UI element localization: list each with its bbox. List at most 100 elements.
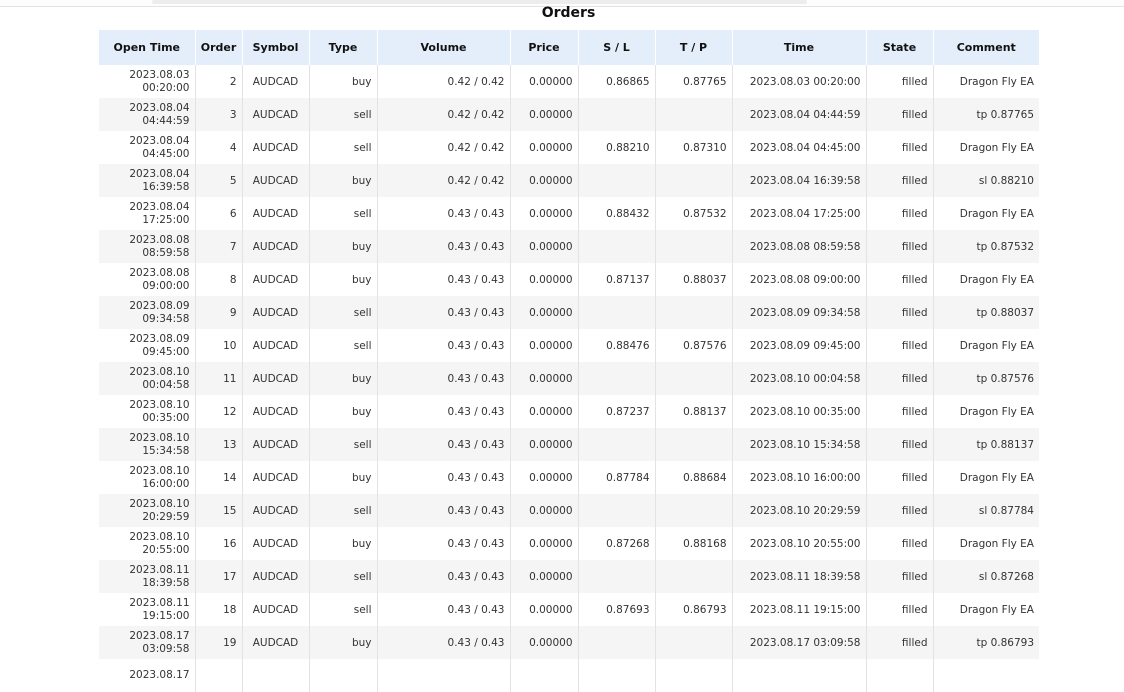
take-profit-cell: 0.87576	[654, 329, 732, 362]
table-row: 2023.08.10 20:29:59 15 AUDCAD sell 0.43 / 0.…	[99, 494, 1039, 527]
table-row: 2023.08.10 20:55:00 16 AUDCAD buy 0.43 / 0.4…	[99, 527, 1039, 560]
take-profit-cell: 0.88168	[654, 527, 732, 560]
symbol-cell	[241, 659, 309, 692]
time-cell	[731, 659, 866, 692]
type-cell: buy	[308, 362, 377, 395]
time-cell: 2023.08.08 09:00:00	[731, 263, 866, 296]
volume-cell: 0.43 / 0.43	[376, 329, 510, 362]
column-header-state: State	[865, 30, 933, 65]
comment-cell: tp 0.86793	[932, 626, 1039, 659]
order-cell: 11	[194, 362, 242, 395]
table-row: 2023.08.09 09:34:58 9 AUDCAD sell 0.43 / 0.4…	[99, 296, 1039, 329]
order-cell: 17	[194, 560, 242, 593]
price-cell: 0.00000	[509, 131, 578, 164]
comment-cell: sl 0.88210	[932, 164, 1039, 197]
order-cell: 12	[194, 395, 242, 428]
column-header-type: Type	[308, 30, 377, 65]
column-header-open-time: Open Time	[99, 30, 195, 65]
price-cell	[509, 659, 578, 692]
state-cell: filled	[865, 428, 933, 461]
order-cell: 9	[194, 296, 242, 329]
volume-cell: 0.43 / 0.43	[376, 626, 510, 659]
stop-loss-cell	[577, 659, 655, 692]
comment-cell: tp 0.87765	[932, 98, 1039, 131]
order-cell: 18	[194, 593, 242, 626]
open-time-cell: 2023.08.10 15:34:58	[99, 428, 195, 461]
symbol-cell: AUDCAD	[241, 263, 309, 296]
open-time-cell: 2023.08.09 09:34:58	[99, 296, 195, 329]
symbol-cell: AUDCAD	[241, 593, 309, 626]
open-time-cell: 2023.08.04 04:45:00	[129, 134, 190, 160]
table-row: 2023.08.09 09:45:00 10 AUDCAD sell 0.43 / 0.…	[99, 329, 1039, 362]
time-cell: 2023.08.08 08:59:58	[731, 230, 866, 263]
price-cell: 0.00000	[509, 296, 578, 329]
table-row: 2023.08.08 08:59:58 7 AUDCAD buy 0.43 / 0.43…	[99, 230, 1039, 263]
volume-cell: 0.43 / 0.43	[376, 263, 510, 296]
symbol-cell: AUDCAD	[241, 428, 309, 461]
price-cell: 0.00000	[509, 230, 578, 263]
order-cell: 2	[194, 65, 242, 98]
state-cell: filled	[865, 197, 933, 230]
time-cell: 2023.08.11 19:15:00	[731, 593, 866, 626]
stop-loss-cell	[577, 296, 655, 329]
scrollbar-thumb[interactable]	[152, 0, 807, 4]
time-cell: 2023.08.09 09:34:58	[731, 296, 866, 329]
state-cell	[865, 659, 933, 692]
table-row: 2023.08.10 15:34:58 13 AUDCAD sell 0.43 / 0.…	[99, 428, 1039, 461]
take-profit-cell	[654, 164, 732, 197]
comment-cell: tp 0.88137	[932, 428, 1039, 461]
price-cell: 0.00000	[509, 527, 578, 560]
open-time-cell: 2023.08.10 16:00:00	[129, 464, 190, 490]
take-profit-cell: 0.88684	[654, 461, 732, 494]
time-cell: 2023.08.10 20:55:00	[731, 527, 866, 560]
type-cell: sell	[308, 560, 377, 593]
comment-cell: Dragon Fly EA	[932, 263, 1039, 296]
take-profit-cell	[654, 659, 732, 692]
price-cell: 0.00000	[509, 65, 578, 98]
symbol-cell: AUDCAD	[241, 362, 309, 395]
take-profit-cell: 0.87310	[654, 131, 732, 164]
table-row: 2023.08.11 19:15:00 18 AUDCAD sell 0.43 / 0.…	[99, 593, 1039, 626]
time-cell: 2023.08.04 04:45:00	[731, 131, 866, 164]
open-time-cell: 2023.08.17 03:09:58	[99, 626, 195, 659]
volume-cell: 0.42 / 0.42	[376, 98, 510, 131]
type-cell: sell	[308, 197, 377, 230]
stop-loss-cell	[577, 494, 655, 527]
stop-loss-cell: 0.87268	[577, 527, 655, 560]
volume-cell: 0.43 / 0.43	[376, 560, 510, 593]
take-profit-cell: 0.88137	[654, 395, 732, 428]
table-row: 2023.08.08 09:00:00 8 AUDCAD buy 0.43 / 0.43…	[99, 263, 1039, 296]
volume-cell: 0.42 / 0.42	[376, 65, 510, 98]
price-cell: 0.00000	[509, 197, 578, 230]
stop-loss-cell: 0.87784	[577, 461, 655, 494]
take-profit-cell: 0.86793	[654, 593, 732, 626]
open-time-cell: 2023.08.10 20:29:59	[99, 494, 195, 527]
order-cell	[194, 659, 242, 692]
volume-cell: 0.43 / 0.43	[376, 395, 510, 428]
stop-loss-cell: 0.87693	[577, 593, 655, 626]
state-cell: filled	[865, 362, 933, 395]
take-profit-cell	[654, 560, 732, 593]
state-cell: filled	[865, 230, 933, 263]
symbol-cell: AUDCAD	[241, 494, 309, 527]
column-header-price: Price	[509, 30, 578, 65]
order-cell: 5	[194, 164, 242, 197]
order-cell: 4	[194, 131, 242, 164]
type-cell: sell	[308, 428, 377, 461]
price-cell: 0.00000	[509, 98, 578, 131]
table-row: 2023.08.04 16:39:58 5 AUDCAD buy 0.42 / 0.42…	[99, 164, 1039, 197]
type-cell: buy	[308, 461, 377, 494]
state-cell: filled	[865, 263, 933, 296]
state-cell: filled	[865, 560, 933, 593]
stop-loss-cell	[577, 164, 655, 197]
price-cell: 0.00000	[509, 329, 578, 362]
volume-cell: 0.43 / 0.43	[376, 593, 510, 626]
comment-cell: Dragon Fly EA	[932, 593, 1039, 626]
stop-loss-cell	[577, 362, 655, 395]
comment-cell: Dragon Fly EA	[932, 131, 1039, 164]
stop-loss-cell: 0.87137	[577, 263, 655, 296]
comment-cell: tp 0.87532	[932, 230, 1039, 263]
column-header-comment: Comment	[932, 30, 1039, 65]
price-cell: 0.00000	[509, 428, 578, 461]
table-row: 2023.08.17 03:09:58 19 AUDCAD buy 0.43 / 0.4…	[99, 626, 1039, 659]
